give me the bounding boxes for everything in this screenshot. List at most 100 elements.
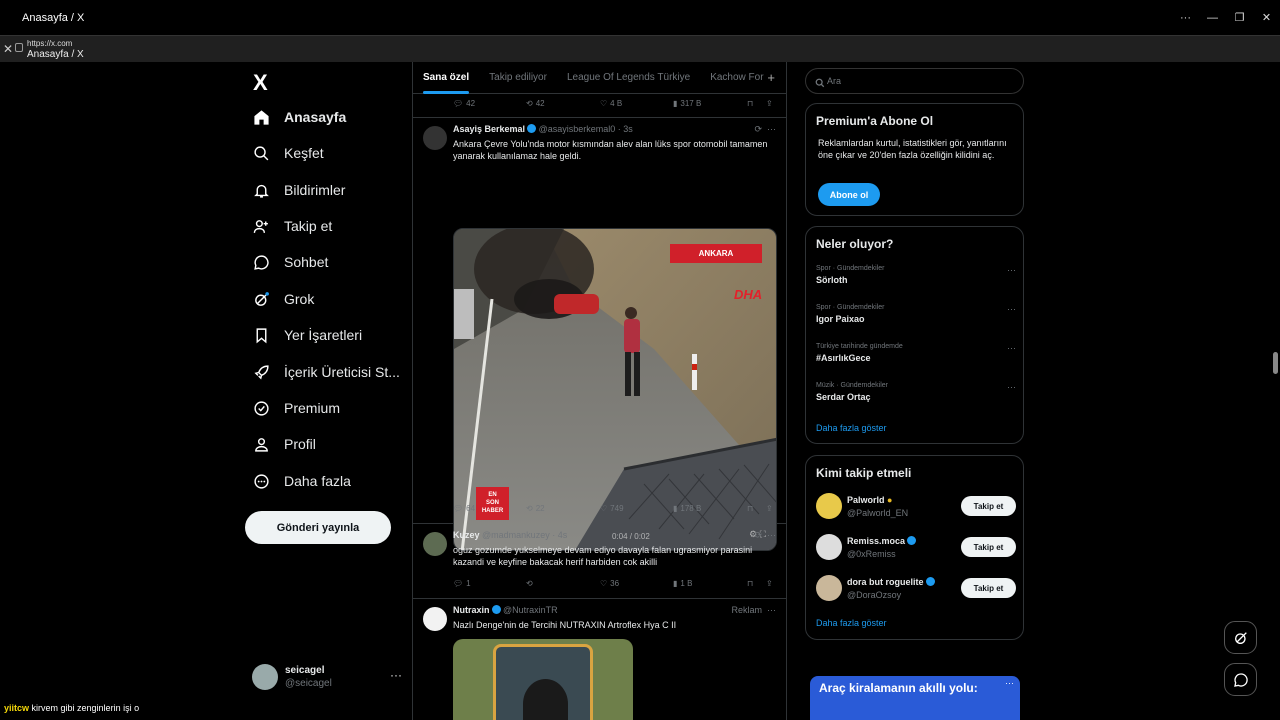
author-name: Nutraxin [453,605,490,615]
trend-item[interactable]: Spor · Gündemdekiler Igor Paixao ··· [816,304,1016,324]
share-icon[interactable]: ⇪ [766,99,773,108]
grok-fab-button[interactable] [1224,621,1257,654]
nav-creator-studio[interactable]: İçerik Üreticisi St... [252,357,400,387]
tab-kachow[interactable]: Kachow For [710,62,763,94]
ad-image[interactable] [453,639,633,720]
views-count[interactable]: ▮ 1 B [673,579,692,588]
tweet[interactable]: Kuzey @madmankuzey · 4s ⟳ ··· oguz gozum… [413,524,786,599]
like-button[interactable]: ♡ 36 [600,579,619,588]
chat-icon [252,253,270,271]
ad-banner[interactable]: Araç kiralamanın akıllı yolu: ··· [810,676,1020,720]
post-button[interactable]: Gönderi yayınla [245,511,391,544]
scrollbar-thumb[interactable] [1273,352,1278,374]
tab-for-you[interactable]: Sana özel [423,62,470,94]
suggestion-name-text: Remiss.moca [847,536,906,546]
repost-button[interactable]: ⟲ [526,579,533,588]
follow-button[interactable]: Takip et [961,496,1016,516]
tweet-author: Nutraxin @NutraxinTR [453,605,558,615]
add-tab-icon[interactable]: + [767,70,775,85]
scrollbar[interactable] [1271,62,1280,720]
more-icon[interactable]: ··· [1007,343,1016,353]
search-input[interactable]: Ara [805,68,1024,94]
bookmark-icon [252,326,270,344]
nav-bookmarks[interactable]: Yer İşaretleri [252,320,362,350]
messages-fab-button[interactable] [1224,663,1257,696]
trend-item[interactable]: Spor · Gündemdekiler Sörloth ··· [816,265,1016,285]
show-more-link[interactable]: Daha fazla göster [816,618,887,628]
bookmark-icon[interactable]: ⊓ [747,504,753,513]
repost-button[interactable]: ⟲ 22 [526,504,545,513]
tweet-video[interactable]: ANKARA DHA EN SON HABER 0:04 / 0:02 ⚙ ⛶ [453,228,777,551]
nav-label: Premium [284,400,341,416]
close-button[interactable]: ✕ [1253,0,1280,35]
search-icon [815,75,825,93]
avatar [423,607,447,631]
author-name: Kuzey [453,530,480,540]
views-count[interactable]: ▮ 178 B [673,504,701,513]
reply-button[interactable]: 💬︎ 42 [453,99,475,108]
ad-label[interactable]: Reklam ··· [731,605,776,615]
bookmark-icon[interactable]: ⊓ [747,579,753,588]
tab-league-of-legends[interactable]: League Of Legends Türkiye [567,62,690,94]
nav-premium[interactable]: Premium [252,393,340,423]
views-count[interactable]: ▮ 317 B [673,99,701,108]
more-icon[interactable]: ⟳ ··· [754,530,776,541]
author-handle: @asayisberkemal0 · 3s [538,124,633,134]
nav-home[interactable]: Anasayfa [252,102,346,132]
trend-item[interactable]: Türkiye tarihinde gündemde #AsırlıkGece … [816,343,1016,363]
x-logo-icon[interactable]: X [253,70,268,96]
repost-button[interactable]: ⟲ 42 [526,99,545,108]
nav-more[interactable]: Daha fazla [252,466,351,496]
trend-topic: Serdar Ortaç [816,392,871,402]
tweet[interactable]: Asayiş Berkemal @asayisberkemal0 · 3s ⟳ … [413,118,786,551]
grok-icon [1234,631,1247,644]
maximize-button[interactable]: ❐ [1226,0,1253,35]
bookmark-icon[interactable]: ⊓ [747,99,753,108]
like-button[interactable]: ♡ 4 B [600,99,622,108]
suggestion-name: Palworld ● [847,495,892,505]
reply-button[interactable]: 💬︎ 64 [453,504,475,513]
follow-suggestion[interactable]: dora but roguelite @DoraOzsoy Takip et [816,575,1016,603]
avatar [816,534,842,560]
follow-button[interactable]: Takip et [961,578,1016,598]
more-icon[interactable]: ⟳ ··· [754,124,776,135]
more-icon[interactable]: ··· [390,668,402,682]
follow-suggestion[interactable]: Palworld ● @Palworld_EN Takip et [816,493,1016,521]
more-icon[interactable]: ··· [1007,304,1016,314]
chat-text: kirvem gibi zenginlerin işi o [31,703,140,713]
reply-button[interactable]: 💬︎ 1 [453,579,471,588]
follow-button[interactable]: Takip et [961,537,1016,557]
more-icon[interactable]: ··· [1172,0,1199,35]
show-more-link[interactable]: Daha fazla göster [816,423,887,433]
nav-notifications[interactable]: Bildirimler [252,175,345,205]
tweet-actions: 💬︎ 1 ⟲ ♡ 36 ▮ 1 B ⊓ ⇪ [453,579,778,593]
share-icon[interactable]: ⇪ [766,504,773,513]
suggestion-handle: @DoraOzsoy [847,590,902,600]
window-titlebar: Anasayfa / X ··· — ❐ ✕ [0,0,1280,35]
minimize-button[interactable]: — [1199,0,1226,35]
trend-item[interactable]: Müzik · Gündemdekiler Serdar Ortaç ··· [816,382,1016,402]
avatar [252,664,278,690]
account-switcher[interactable]: seicagel @seicagel ··· [252,662,402,692]
right-sidebar: Ara Premium'a Abone Ol Reklamlardan kurt… [805,62,1025,720]
nav-chat[interactable]: Sohbet [252,247,328,277]
tweet-ad[interactable]: Nutraxin @NutraxinTR Reklam ··· Nazlı De… [413,599,786,720]
more-icon[interactable]: ··· [1005,678,1014,688]
close-icon[interactable]: ✕ [3,42,13,56]
tab-following[interactable]: Takip ediliyor [489,62,547,94]
like-button[interactable]: ♡ 749 [600,504,624,513]
verified-badge-icon [527,124,537,133]
share-icon[interactable]: ⇪ [766,579,773,588]
account-handle: @seicagel [285,678,332,689]
nav-grok[interactable]: Grok [252,284,314,314]
nav-explore[interactable]: Keşfet [252,138,324,168]
nav-follow[interactable]: Takip et [252,211,332,241]
verified-icon [252,399,270,417]
subscribe-button[interactable]: Abone ol [818,183,880,206]
tweet-author: Kuzey @madmankuzey · 4s [453,530,567,540]
more-icon[interactable]: ··· [1007,265,1016,275]
url-text[interactable]: https://x.com [27,39,72,48]
follow-suggestion[interactable]: Remiss.moca @0xRemiss Takip et [816,534,1016,562]
more-icon[interactable]: ··· [1007,382,1016,392]
nav-profile[interactable]: Profil [252,429,316,459]
